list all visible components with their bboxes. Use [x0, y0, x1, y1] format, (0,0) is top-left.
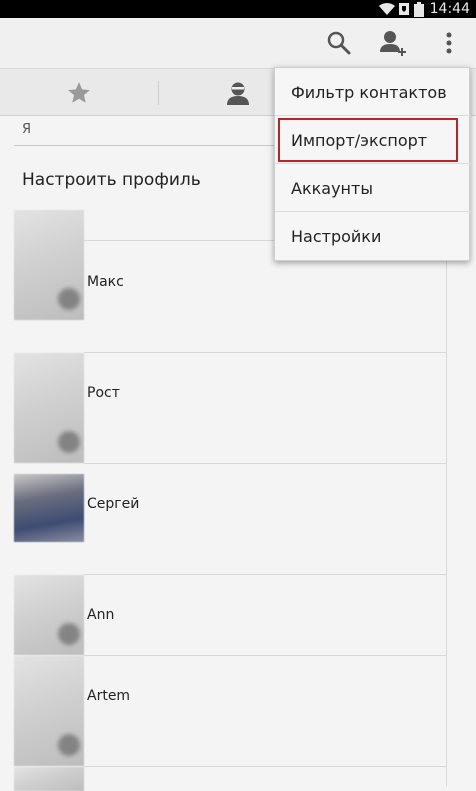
wifi-icon: [379, 2, 395, 16]
contact-name: Сергей: [87, 496, 140, 512]
status-clock: 14:44: [429, 1, 470, 17]
contact-avatar: [14, 767, 84, 791]
row-divider: [84, 766, 446, 767]
menu-item-label: Настройки: [291, 226, 382, 246]
contact-name: Artem: [87, 688, 131, 704]
contact-row[interactable]: Рост: [0, 352, 446, 464]
search-icon[interactable]: [322, 26, 356, 60]
contact-row[interactable]: Ann: [0, 574, 446, 656]
contact-name: Макс: [87, 274, 124, 290]
row-divider: [84, 574, 446, 575]
menu-item-settings[interactable]: Настройки: [275, 212, 471, 260]
menu-item-label: Импорт/экспорт: [291, 130, 428, 150]
status-bar: 14:44: [0, 0, 476, 18]
overflow-menu-icon[interactable]: [432, 26, 466, 60]
menu-item-accounts[interactable]: Аккаунты: [275, 164, 471, 212]
menu-item-import-export[interactable]: Импорт/экспорт: [275, 116, 471, 164]
contact-name: Ann: [87, 607, 115, 623]
person-icon: [227, 82, 249, 105]
battery-icon: [414, 2, 424, 17]
star-icon: [68, 82, 90, 103]
contact-row[interactable]: [0, 766, 446, 791]
contact-row[interactable]: Artem: [0, 655, 446, 767]
contact-row[interactable]: Сергей: [0, 463, 446, 575]
contact-name: Рост: [87, 385, 120, 401]
contact-avatar: [14, 474, 84, 542]
row-divider: [84, 463, 446, 464]
overflow-menu: Фильтр контактов Импорт/экспорт Аккаунты…: [274, 67, 471, 261]
row-divider: [84, 352, 446, 353]
sim-icon: [399, 3, 409, 15]
add-contact-icon[interactable]: [376, 26, 410, 60]
menu-item-contact-filter[interactable]: Фильтр контактов: [275, 68, 471, 116]
contact-avatar: [14, 656, 84, 766]
contact-avatar: [14, 210, 84, 320]
row-divider: [84, 655, 446, 656]
menu-item-label: Аккаунты: [291, 178, 373, 198]
menu-item-label: Фильтр контактов: [291, 82, 447, 102]
section-header-me: Я: [22, 122, 32, 137]
setup-profile-item[interactable]: Настроить профиль: [22, 170, 201, 190]
tab-favorites[interactable]: [0, 69, 158, 117]
action-bar: [0, 18, 476, 68]
contact-avatar: [14, 353, 84, 463]
contact-avatar: [14, 575, 84, 655]
